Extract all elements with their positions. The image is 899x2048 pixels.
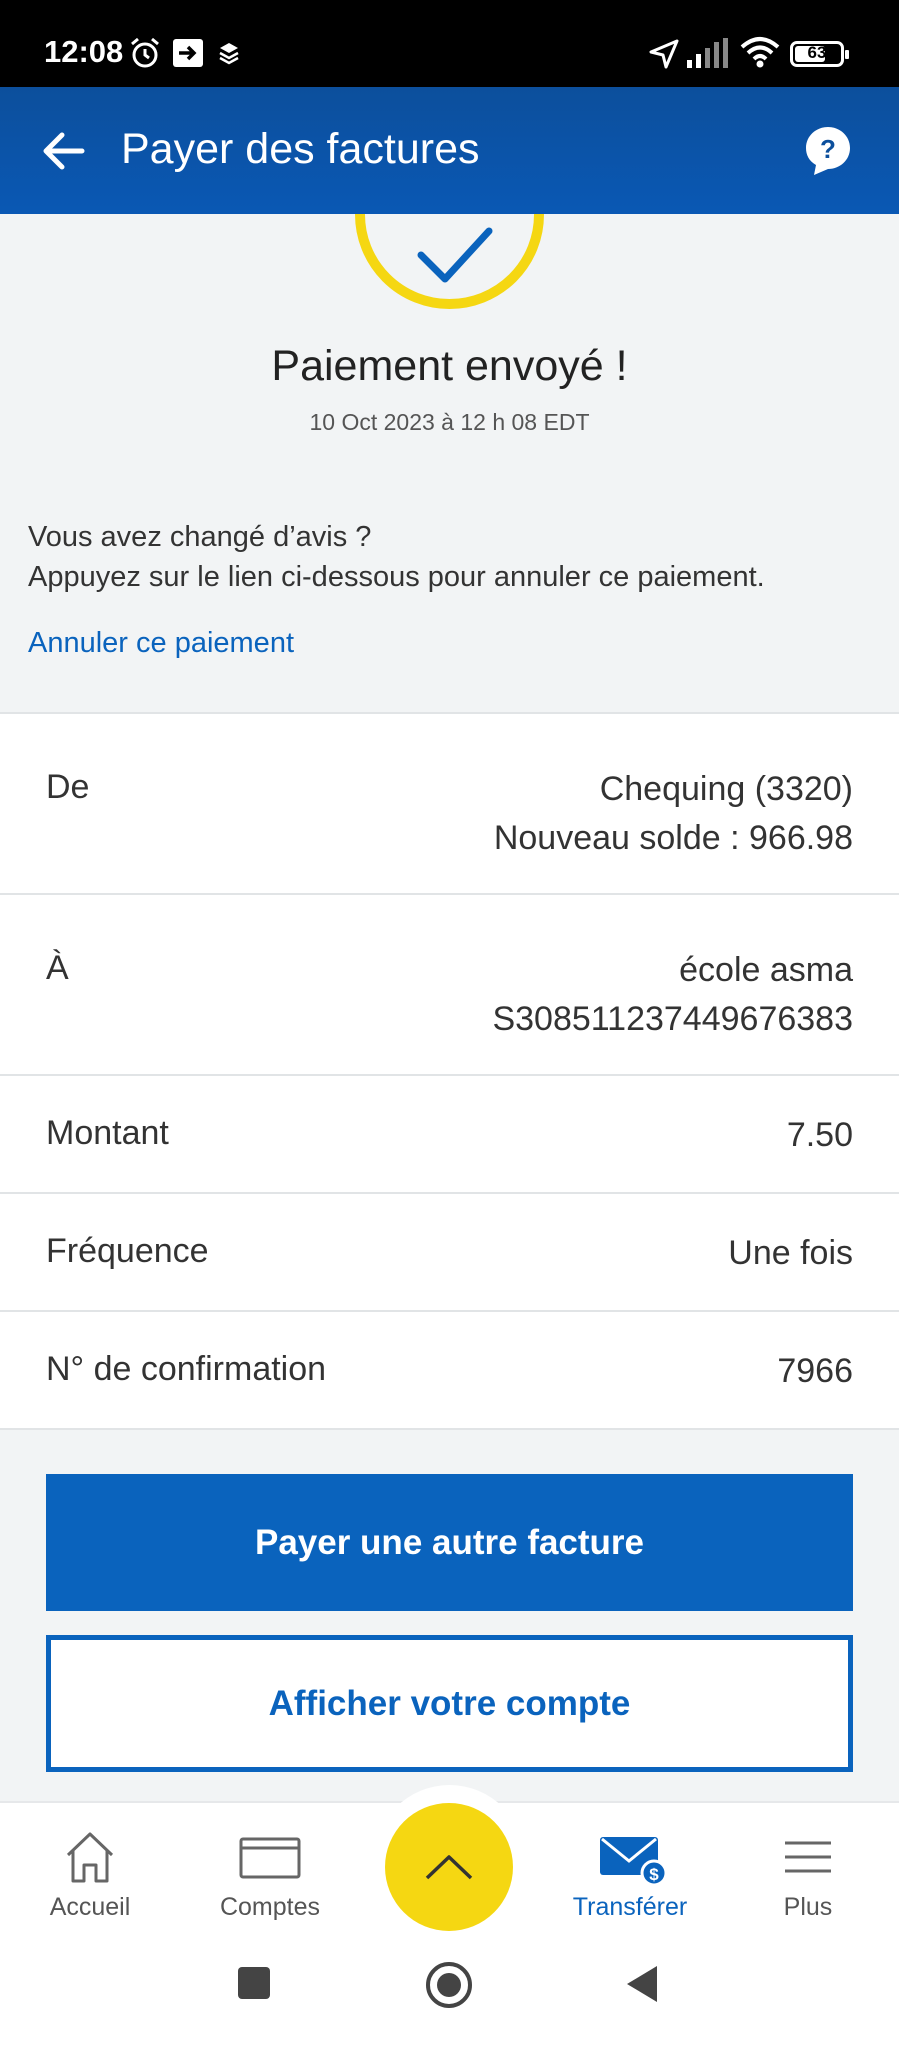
nav-label-plus: Plus (783, 1893, 833, 1921)
cancel-payment-link[interactable]: Annuler ce paiement (28, 627, 294, 660)
nav-label-comptes: Comptes (219, 1893, 321, 1921)
menu-icon (785, 1841, 831, 1873)
card-icon (239, 1837, 301, 1879)
detail-row-confirmation: N° de confirmation 7966 (0, 1312, 899, 1430)
detail-row-frequency: Fréquence Une fois (0, 1194, 899, 1312)
detail-row-to: À école asma S308511237449676383 (0, 895, 899, 1076)
battery-level: 63 (807, 43, 827, 62)
location-arrow-icon (649, 39, 679, 69)
nav-item-plus[interactable]: Plus (728, 1829, 888, 1922)
cancel-info-line2: Appuyez sur le lien ci-dessous pour annu… (28, 561, 765, 593)
cast-icon (173, 39, 203, 67)
frequency-label: Fréquence (46, 1232, 209, 1270)
signal-icon (687, 38, 728, 68)
nav-label-accueil: Accueil (49, 1893, 131, 1921)
home-icon (66, 1832, 114, 1883)
back-triangle-icon[interactable] (624, 1964, 660, 2004)
recents-square-icon[interactable] (236, 1965, 272, 2001)
fab-button[interactable] (385, 1803, 513, 1931)
alarm-icon (131, 37, 159, 68)
help-chat-icon[interactable]: ? (804, 125, 852, 177)
nav-item-accueil[interactable]: Accueil (10, 1829, 170, 1922)
amount-label: Montant (46, 1114, 169, 1152)
confirmation-number-value: 7966 (777, 1352, 853, 1390)
frequency-value: Une fois (728, 1234, 853, 1272)
amount-value: 7.50 (786, 1116, 853, 1154)
detail-row-amount: Montant 7.50 (0, 1076, 899, 1194)
status-time: 12:08 (44, 34, 124, 69)
confirmation-number-label: N° de confirmation (46, 1350, 327, 1388)
layers-icon (219, 43, 239, 65)
from-value: Chequing (3320) Nouveau solde : 966.98 (494, 765, 853, 863)
svg-text:$: $ (649, 1865, 659, 1884)
view-account-button[interactable]: Afficher votre compte (46, 1635, 853, 1772)
from-new-balance: Nouveau solde : 966.98 (493, 819, 853, 857)
pay-another-bill-button[interactable]: Payer une autre facture (46, 1474, 853, 1611)
home-circle-icon[interactable] (425, 1961, 473, 2009)
page-title: Payer des factures (121, 125, 480, 173)
system-nav (0, 1931, 899, 2048)
payment-datetime: 10 Oct 2023 à 12 h 08 EDT (309, 409, 590, 435)
to-value: école asma S308511237449676383 (492, 946, 853, 1044)
cancel-info-text: Vous avez changé d’avis ? Appuyez sur le… (28, 517, 765, 597)
to-payee: école asma (679, 951, 853, 989)
battery-icon: 63 (790, 41, 849, 67)
back-arrow-icon[interactable] (38, 125, 90, 177)
chevron-up-icon (425, 1855, 473, 1880)
to-reference: S308511237449676383 (492, 1000, 853, 1038)
nav-label-transferer: Transférer (572, 1893, 688, 1921)
svg-text:?: ? (820, 134, 836, 164)
status-bar: 12:08 63 (0, 0, 899, 87)
nav-item-transferer[interactable]: $ Transférer (550, 1829, 710, 1922)
checkmark-icon (417, 227, 493, 283)
nav-item-comptes[interactable]: Comptes (190, 1829, 350, 1922)
from-account: Chequing (3320) (599, 770, 853, 808)
from-label: De (46, 768, 90, 806)
payment-sent-title: Paiement envoyé ! (271, 342, 628, 390)
envelope-dollar-icon: $ (600, 1837, 668, 1885)
to-label: À (46, 949, 69, 987)
detail-row-from: De Chequing (3320) Nouveau solde : 966.9… (0, 714, 899, 895)
wifi-icon (740, 37, 780, 68)
cancel-info-line1: Vous avez changé d’avis ? (28, 521, 372, 553)
payment-details: De Chequing (3320) Nouveau solde : 966.9… (0, 712, 899, 1430)
app-bar-overlay: Payer des factures ? (0, 87, 899, 214)
